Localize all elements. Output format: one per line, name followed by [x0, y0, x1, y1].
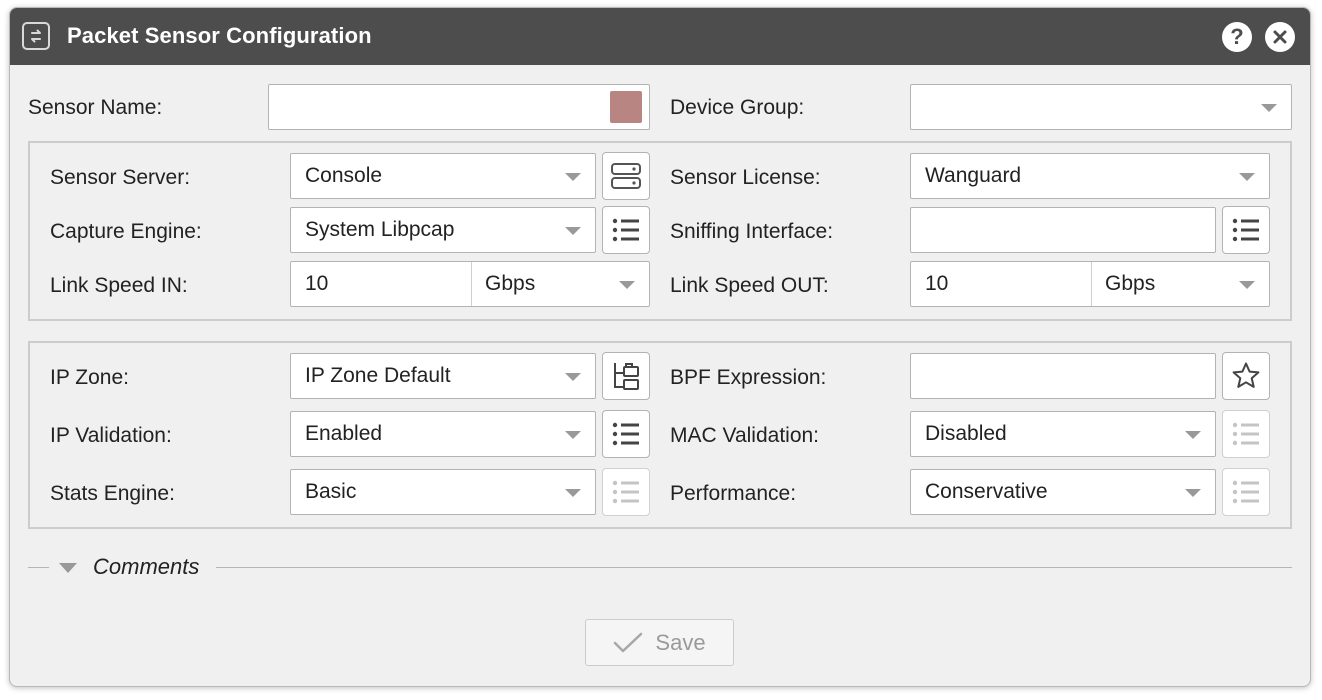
chevron-down-icon — [565, 489, 581, 497]
sniffing-interface-input[interactable] — [910, 207, 1216, 253]
capture-engine-label: Capture Engine: — [50, 220, 202, 243]
stats-engine-select[interactable]: Basic — [290, 469, 596, 515]
ip-validation-select[interactable]: Enabled — [290, 411, 596, 457]
chevron-down-icon — [1185, 431, 1201, 439]
sensor-name-input[interactable] — [268, 84, 650, 130]
performance-label: Performance: — [670, 482, 797, 505]
list-icon[interactable] — [602, 410, 650, 458]
ip-validation-label: IP Validation: — [50, 424, 172, 447]
list-icon[interactable] — [602, 206, 650, 254]
link-speed-out-unit[interactable]: Gbps — [1105, 262, 1155, 306]
save-label: Save — [655, 629, 706, 655]
chevron-down-icon — [1185, 489, 1201, 497]
checkmark-icon — [614, 632, 643, 652]
ip-zone-value: IP Zone Default — [305, 364, 451, 387]
title-bar[interactable]: Packet Sensor Configuration ? — [10, 8, 1310, 65]
sensor-license-label: Sensor License: — [670, 166, 821, 189]
divider — [216, 567, 1292, 568]
performance-value: Conservative — [925, 480, 1048, 503]
link-speed-out-value[interactable]: 10 — [925, 272, 948, 295]
swap-arrows-icon — [22, 22, 50, 50]
chevron-down-icon — [1261, 104, 1277, 112]
save-button[interactable]: Save — [585, 619, 734, 666]
mac-validation-select[interactable]: Disabled — [910, 411, 1216, 457]
link-speed-in-unit[interactable]: Gbps — [485, 262, 535, 306]
link-speed-out-field[interactable]: 10 Gbps — [910, 261, 1270, 307]
chevron-down-icon — [565, 227, 581, 235]
dialog-title: Packet Sensor Configuration — [67, 23, 372, 48]
close-icon[interactable] — [1265, 22, 1295, 52]
performance-select[interactable]: Conservative — [910, 469, 1216, 515]
bpf-expression-input[interactable] — [910, 353, 1216, 399]
ip-validation-value: Enabled — [305, 422, 383, 445]
sensor-server-value: Console — [305, 164, 383, 187]
star-icon[interactable] — [1222, 352, 1270, 400]
link-speed-in-field[interactable]: 10 Gbps — [290, 261, 650, 307]
sniffing-interface-label: Sniffing Interface: — [670, 220, 834, 243]
device-group-label: Device Group: — [670, 96, 805, 119]
sensor-server-select[interactable]: Console — [290, 153, 596, 199]
ip-zone-select[interactable]: IP Zone Default — [290, 353, 596, 399]
sensor-license-select[interactable]: Wanguard — [910, 153, 1270, 199]
link-speed-in-value[interactable]: 10 — [305, 272, 328, 295]
capture-engine-select[interactable]: System Libpcap — [290, 207, 596, 253]
comments-toggle[interactable]: Comments — [93, 554, 199, 580]
sensor-license-value: Wanguard — [925, 164, 1022, 187]
ip-zone-label: IP Zone: — [50, 366, 129, 389]
mac-validation-label: MAC Validation: — [670, 424, 820, 447]
bpf-expression-label: BPF Expression: — [670, 366, 827, 389]
list-icon[interactable] — [1222, 206, 1270, 254]
chevron-down-icon — [1239, 173, 1255, 181]
chevron-down-icon — [565, 173, 581, 181]
stats-engine-label: Stats Engine: — [50, 482, 175, 505]
sensor-color-swatch[interactable] — [610, 91, 642, 123]
chevron-down-icon — [619, 281, 635, 289]
link-speed-in-label: Link Speed IN: — [50, 274, 188, 297]
sensor-name-label: Sensor Name: — [28, 96, 163, 119]
chevron-down-icon — [565, 373, 581, 381]
chevron-down-icon — [1239, 281, 1255, 289]
chevron-down-icon[interactable] — [59, 563, 77, 573]
tree-structure-icon[interactable] — [602, 352, 650, 400]
stats-engine-value: Basic — [305, 480, 357, 503]
link-speed-out-label: Link Speed OUT: — [670, 274, 829, 297]
device-group-select[interactable] — [910, 84, 1292, 130]
mac-validation-value: Disabled — [925, 422, 1007, 445]
server-icon[interactable] — [602, 152, 650, 200]
list-icon — [1222, 468, 1270, 516]
list-icon — [602, 468, 650, 516]
capture-engine-value: System Libpcap — [305, 218, 455, 241]
question-mark-icon[interactable]: ? — [1222, 22, 1252, 52]
sensor-server-label: Sensor Server: — [50, 166, 191, 189]
list-icon — [1222, 410, 1270, 458]
chevron-down-icon — [565, 431, 581, 439]
sensor-config-dialog: Packet Sensor Configuration ? Sensor Nam… — [9, 7, 1311, 687]
divider — [28, 567, 49, 568]
